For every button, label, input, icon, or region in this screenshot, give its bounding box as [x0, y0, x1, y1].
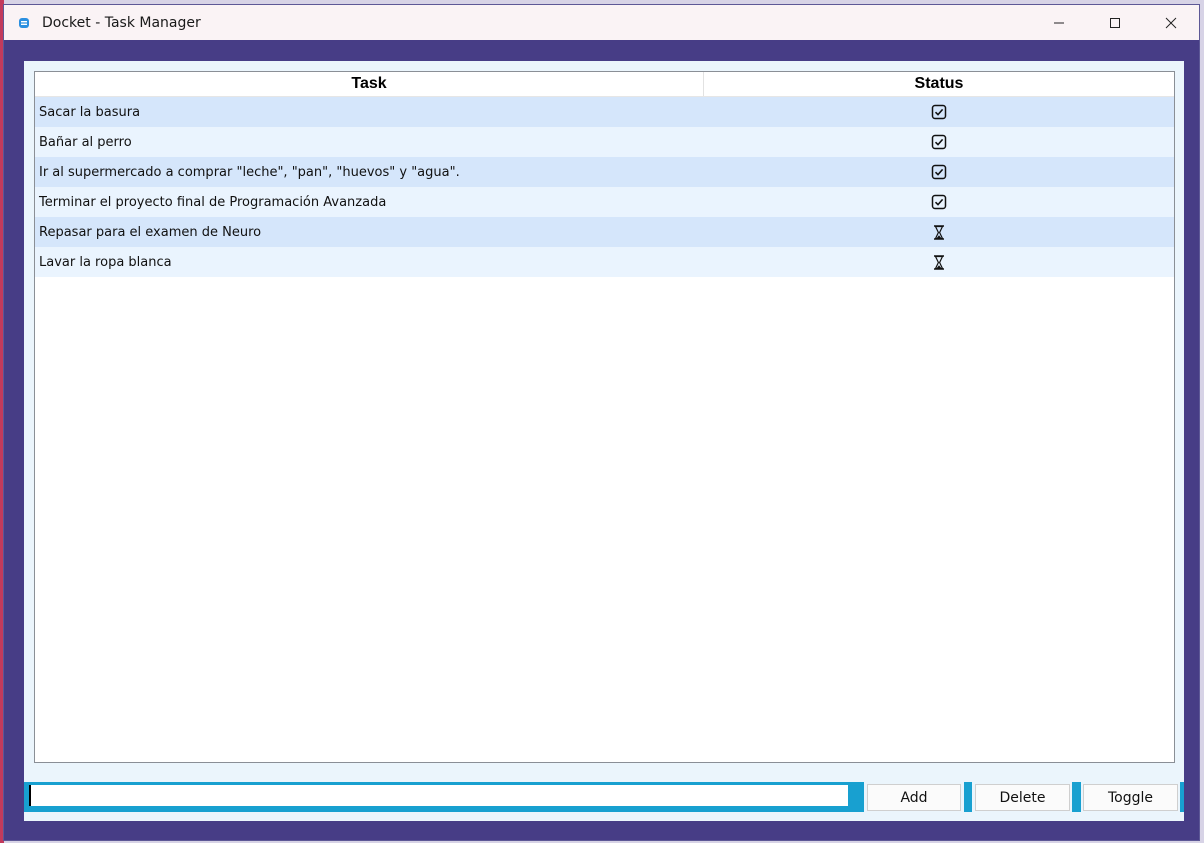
table-header: Task Status: [35, 72, 1174, 97]
task-cell: Repasar para el examen de Neuro: [39, 224, 262, 240]
maximize-button[interactable]: [1087, 5, 1143, 40]
checkbox-checked-icon: [931, 134, 947, 150]
table-row[interactable]: Lavar la ropa blanca: [35, 247, 1174, 277]
add-button[interactable]: Add: [867, 784, 961, 811]
table-row[interactable]: Sacar la basura: [35, 97, 1174, 127]
task-input-frame: [24, 782, 864, 812]
window-controls: [1031, 5, 1199, 40]
task-cell: Bañar al perro: [39, 134, 132, 150]
close-icon: [1165, 17, 1177, 28]
status-cell: [704, 104, 1174, 120]
action-bar: Add Delete Toggle: [24, 782, 1184, 812]
table-row[interactable]: Repasar para el examen de Neuro: [35, 217, 1174, 247]
table-row[interactable]: Bañar al perro: [35, 127, 1174, 157]
status-cell: [704, 164, 1174, 180]
maximize-icon: [1110, 17, 1120, 28]
hourglass-icon: [933, 254, 945, 270]
task-cell: Sacar la basura: [39, 104, 141, 120]
delete-button[interactable]: Delete: [975, 784, 1070, 811]
task-table[interactable]: Task Status Sacar la basura Bañar al perr…: [34, 71, 1175, 763]
toggle-button[interactable]: Toggle: [1083, 784, 1178, 811]
close-button[interactable]: [1143, 5, 1199, 40]
column-header-status[interactable]: Status: [704, 72, 1174, 96]
table-body: Sacar la basura Bañar al perro Ir al super…: [35, 97, 1174, 277]
status-cell: [704, 194, 1174, 210]
task-cell: Lavar la ropa blanca: [39, 254, 172, 270]
checkbox-checked-icon: [931, 104, 947, 120]
minimize-icon: [1054, 22, 1064, 23]
app-icon: [16, 15, 32, 31]
status-cell: [704, 254, 1174, 270]
title-bar[interactable]: Docket - Task Manager: [4, 5, 1199, 40]
checkbox-checked-icon: [931, 164, 947, 180]
accent-divider: [964, 782, 972, 812]
accent-divider: [1180, 782, 1184, 812]
status-cell: [704, 134, 1174, 150]
hourglass-icon: [933, 224, 945, 240]
checkbox-checked-icon: [931, 194, 947, 210]
status-cell: [704, 224, 1174, 240]
app-window: Docket - Task Manager Task Status Sacar …: [3, 4, 1200, 841]
task-cell: Ir al supermercado a comprar "leche", "p…: [39, 164, 460, 180]
task-input[interactable]: [29, 785, 848, 806]
task-cell: Terminar el proyecto final de Programaci…: [39, 194, 387, 210]
column-header-task[interactable]: Task: [35, 72, 704, 96]
minimize-button[interactable]: [1031, 5, 1087, 40]
main-content: Task Status Sacar la basura Bañar al perr…: [24, 61, 1184, 821]
table-row[interactable]: Terminar el proyecto final de Programaci…: [35, 187, 1174, 217]
accent-divider: [1072, 782, 1081, 812]
window-title: Docket - Task Manager: [42, 14, 201, 31]
table-row[interactable]: Ir al supermercado a comprar "leche", "p…: [35, 157, 1174, 187]
